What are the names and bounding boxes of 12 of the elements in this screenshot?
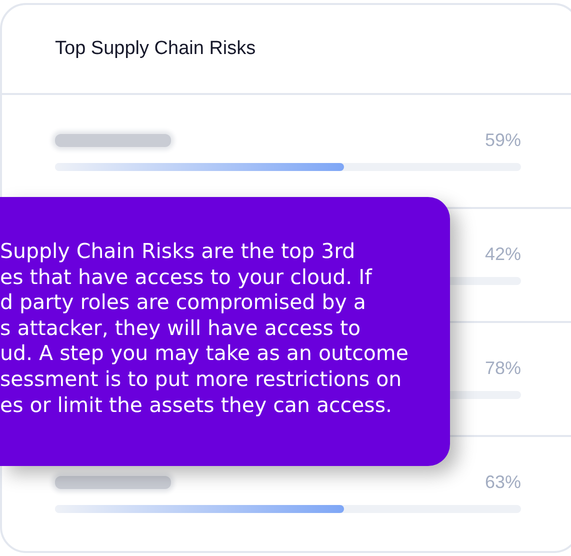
tooltip-text: s attacker, they will have access to bbox=[0, 316, 361, 342]
tooltip-text: es that have access to your cloud. If bbox=[0, 264, 372, 290]
risk-percent: 78% bbox=[484, 358, 521, 378]
tooltip-text: d party roles are compromised by a bbox=[0, 290, 366, 316]
tooltip-text: es or limit the assets they can access. bbox=[0, 392, 392, 418]
risk-percent: 42% bbox=[484, 244, 521, 264]
risk-percent: 59% bbox=[484, 130, 521, 150]
tooltip-text: sessment is to put more restrictions on bbox=[0, 366, 402, 393]
risk-percent: 63% bbox=[484, 472, 521, 492]
tooltip-text: ud. A step you may take as an outcome bbox=[0, 341, 408, 367]
tooltip-text: Supply Chain Risks are the top 3rd bbox=[0, 239, 356, 265]
card-title: Top Supply Chain Risks bbox=[55, 38, 256, 60]
